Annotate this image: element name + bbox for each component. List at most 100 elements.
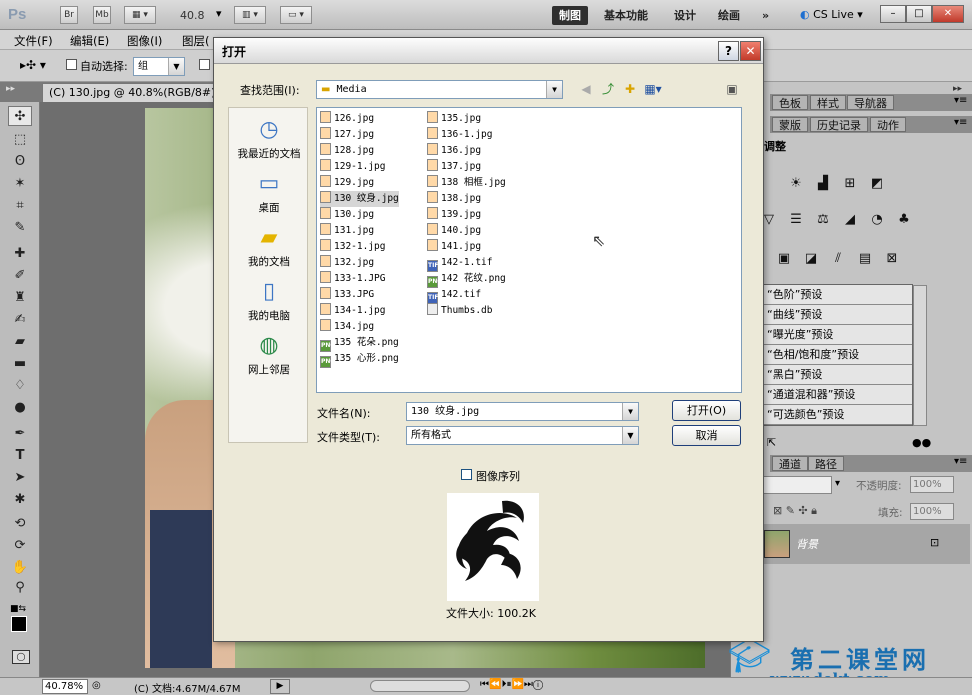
channel-mixer-icon[interactable]: ♣ [895, 212, 913, 228]
preset-selective-color[interactable]: “可选颜色”预设 [764, 405, 912, 425]
file-item[interactable]: PNG135 花朵.png [320, 335, 399, 352]
file-item[interactable]: PNG135 心形.png [320, 351, 399, 368]
menu-file[interactable]: 文件(F) [14, 33, 53, 49]
photo-filter-icon[interactable]: ◔ [868, 212, 886, 228]
tab-masks[interactable]: 蒙版 [772, 117, 808, 132]
eyedropper-tool-icon[interactable]: ✎ [8, 218, 32, 238]
file-item[interactable]: 136.jpg [427, 143, 481, 159]
file-item[interactable]: TIF 142.tif [427, 287, 481, 304]
file-item[interactable]: 132.jpg [320, 255, 374, 271]
preset-hue-saturation[interactable]: “色相/饱和度”预设 [764, 345, 912, 365]
place-desktop[interactable]: ▭ 桌面 [229, 170, 309, 215]
tab-paths[interactable]: 路径 [808, 456, 844, 471]
back-icon[interactable]: ◀ [577, 81, 595, 97]
auto-select-checkbox[interactable] [66, 59, 77, 70]
clone-stamp-tool-icon[interactable]: ♜ [8, 288, 32, 308]
default-colors-icon[interactable]: ■⇆ [10, 604, 26, 614]
tab-actions[interactable]: 动作 [870, 117, 906, 132]
file-item[interactable]: 139.jpg [427, 207, 481, 223]
file-item[interactable]: 130.jpg [320, 207, 374, 223]
lock-icons[interactable]: ⊠ ✎ ✣ 🔒︎ [773, 504, 817, 518]
file-item[interactable]: 129-1.jpg [320, 159, 385, 175]
menu-image[interactable]: 图像(I) [127, 33, 162, 49]
workspace-design[interactable]: 设计 [667, 6, 703, 25]
collapse-dock-icon[interactable]: ▸▸ [953, 84, 962, 94]
fill-field[interactable]: 100% [910, 503, 954, 520]
view-extras-button[interactable]: ▦ ▾ [124, 6, 156, 24]
3d-orbit-tool-icon[interactable]: ⟳ [8, 536, 32, 556]
marquee-tool-icon[interactable]: ⬚ [8, 130, 32, 150]
status-info-icon[interactable]: ◎ [92, 680, 101, 691]
workspace-painting[interactable]: 绘画 [711, 6, 747, 25]
opacity-field[interactable]: 100% [910, 476, 954, 493]
place-my-computer[interactable]: ▯ 我的电脑 [229, 278, 309, 323]
file-item[interactable]: 133.JPG [320, 287, 374, 303]
pen-tool-icon[interactable]: ✒ [8, 424, 32, 444]
place-recent[interactable]: ◷ 我最近的文档 [229, 116, 309, 161]
document-tab[interactable]: (C) 130.jpg @ 40.8%(RGB/8#) [42, 83, 230, 102]
file-item[interactable]: 128.jpg [320, 143, 374, 159]
file-item[interactable]: TIF 142-1.tif [427, 255, 492, 272]
look-in-dropdown[interactable]: ▬ Media ▼ [316, 80, 563, 99]
blend-mode-dropdown[interactable] [762, 476, 832, 494]
file-item[interactable]: 127.jpg [320, 127, 374, 143]
zoom-tool-icon[interactable]: ⚲ [8, 578, 32, 598]
color-balance-icon[interactable]: ⚖ [814, 212, 832, 228]
adobe-dialog-icon[interactable]: ▣ [723, 81, 741, 97]
file-item[interactable]: 138.jpg [427, 191, 481, 207]
file-item[interactable]: 126.jpg [320, 111, 374, 127]
return-to-list-icon[interactable]: ⇱ [767, 436, 776, 449]
close-window-button[interactable]: ✕ [932, 5, 964, 23]
path-selection-tool-icon[interactable]: ➤ [8, 468, 32, 488]
gradient-tool-icon[interactable]: ▬ [8, 354, 32, 374]
status-menu-arrow[interactable]: ▶ [270, 679, 290, 694]
3d-rotate-tool-icon[interactable]: ⟲ [8, 514, 32, 534]
panel-menu-icon[interactable]: ▾≡ [954, 456, 967, 467]
curves-icon[interactable]: ⊞ [841, 176, 859, 192]
exposure-icon[interactable]: ◩ [868, 176, 886, 192]
file-item[interactable]: 141.jpg [427, 239, 481, 255]
cs-live-button[interactable]: ◐ CS Live ▾ [800, 8, 863, 21]
custom-shape-tool-icon[interactable]: ✱ [8, 490, 32, 510]
dialog-close-button[interactable]: ✕ [740, 41, 761, 61]
file-item[interactable]: 134.jpg [320, 319, 374, 335]
dodge-tool-icon[interactable]: ● [8, 398, 32, 418]
gradient-map-icon[interactable]: ▤ [856, 251, 874, 267]
move-tool-icon[interactable]: ✣ [8, 106, 32, 126]
history-brush-tool-icon[interactable]: ✍ [8, 310, 32, 330]
file-item[interactable]: Thumbs.db [427, 303, 492, 319]
layer-row-background[interactable]: 背景 ⊡ [760, 524, 970, 564]
chevron-down-icon[interactable]: ▾ [835, 478, 840, 489]
place-my-documents[interactable]: ▰ 我的文档 [229, 224, 309, 269]
view-menu-icon[interactable]: ▦▾ [644, 81, 662, 97]
brush-tool-icon[interactable]: ✐ [8, 266, 32, 286]
invert-icon[interactable]: ▣ [775, 251, 793, 267]
menu-edit[interactable]: 编辑(E) [70, 33, 109, 49]
panel-menu-icon[interactable]: ▾≡ [954, 95, 967, 106]
show-transform-checkbox[interactable] [199, 59, 210, 70]
file-item[interactable]: 140.jpg [427, 223, 481, 239]
levels-icon[interactable]: ▟ [814, 176, 832, 192]
selective-color-icon[interactable]: ⊠ [883, 251, 901, 267]
hand-tool-icon[interactable]: ✋ [8, 558, 32, 578]
file-item[interactable]: 133-1.JPG [320, 271, 385, 287]
presets-scrollbar[interactable] [913, 285, 927, 426]
file-type-dropdown[interactable]: 所有格式 ▼ [406, 426, 639, 445]
hue-saturation-icon[interactable]: ☰ [787, 212, 805, 228]
tab-styles[interactable]: 样式 [810, 95, 846, 110]
screen-mode-button[interactable]: ▭ ▾ [280, 6, 312, 24]
file-item[interactable]: 134-1.jpg [320, 303, 385, 319]
brightness-contrast-icon[interactable]: ☀ [787, 176, 805, 192]
panel-menu-icon[interactable]: ▾≡ [954, 117, 967, 128]
file-item[interactable]: 132-1.jpg [320, 239, 385, 255]
quick-select-tool-icon[interactable]: ✶ [8, 174, 32, 194]
mini-bridge-button[interactable]: Mb [93, 6, 111, 24]
foreground-color-swatch[interactable] [11, 616, 27, 632]
eraser-tool-icon[interactable]: ▰ [8, 332, 32, 352]
animation-controls[interactable]: ⏮⏪⏵⏸⏩⏭ⓘ [480, 679, 543, 690]
zoom-percentage-field[interactable]: 40.78% [42, 679, 88, 694]
minimize-window-button[interactable]: – [880, 5, 906, 23]
lasso-tool-icon[interactable]: ʘ [8, 152, 32, 172]
tab-navigator[interactable]: 导航器 [847, 95, 894, 110]
file-name-field[interactable]: 130 纹身.jpg ▼ [406, 402, 639, 421]
